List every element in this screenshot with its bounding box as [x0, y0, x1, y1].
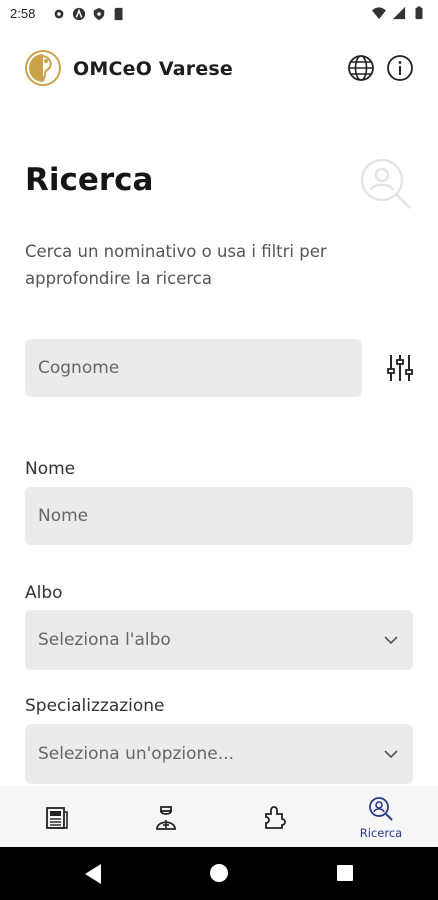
info-icon[interactable]	[386, 54, 414, 82]
nav-item-services[interactable]	[235, 786, 315, 847]
specializzazione-label: Specializzazione	[25, 696, 165, 716]
nav-item-doctor[interactable]	[126, 786, 206, 847]
wifi-icon	[372, 7, 386, 20]
chevron-down-icon	[384, 636, 398, 645]
albo-select[interactable]: Seleziona l'albo	[25, 610, 413, 670]
nome-placeholder: Nome	[38, 506, 89, 526]
app-title: OMCeO Varese	[73, 58, 233, 80]
cognome-placeholder: Cognome	[38, 358, 120, 378]
services-icon	[265, 806, 286, 829]
app-header: OMCeO Varese	[0, 45, 438, 91]
page-title: Ricerca	[25, 162, 154, 198]
globe-icon[interactable]	[347, 54, 375, 82]
news-icon	[46, 807, 68, 829]
status-time: 2:58	[10, 6, 36, 21]
bottom-navigation: Ricerca	[0, 786, 438, 847]
nome-label: Nome	[25, 459, 76, 479]
home-icon[interactable]	[210, 864, 228, 882]
search-person-illustration-icon	[360, 158, 412, 210]
recents-icon[interactable]	[337, 865, 353, 881]
doctor-icon	[156, 806, 176, 830]
system-navigation-bar	[0, 847, 438, 900]
albo-label: Albo	[25, 583, 63, 603]
settings-icon	[54, 9, 64, 19]
a-circle-icon	[72, 7, 86, 21]
specializzazione-select[interactable]: Seleziona un'opzione...	[25, 724, 413, 784]
battery-icon	[415, 6, 423, 20]
nav-item-news[interactable]	[17, 786, 97, 847]
cognome-input[interactable]: Cognome	[25, 339, 362, 397]
chevron-down-icon	[384, 750, 398, 759]
signal-icon	[392, 6, 406, 20]
omceo-logo-icon	[25, 50, 61, 86]
back-icon[interactable]	[83, 863, 103, 885]
search-person-icon	[369, 797, 393, 821]
sd-card-icon	[114, 7, 123, 21]
intro-text: Cerca un nominativo o usa i filtri per a…	[25, 242, 327, 288]
albo-value: Seleziona l'albo	[38, 630, 171, 650]
specializzazione-value: Seleziona un'opzione...	[38, 744, 234, 764]
nome-input[interactable]: Nome	[25, 487, 413, 545]
filters-icon[interactable]	[384, 352, 416, 384]
nav-item-ricerca[interactable]: Ricerca	[341, 786, 421, 847]
shield-icon	[93, 7, 105, 21]
status-bar: 2:58	[0, 0, 438, 30]
nav-label-ricerca: Ricerca	[359, 826, 403, 840]
